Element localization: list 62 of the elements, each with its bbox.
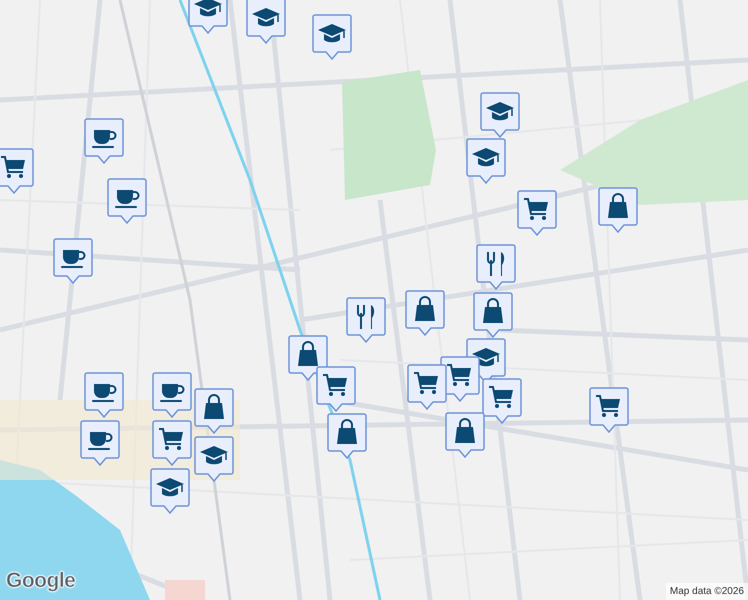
graduation-cap-icon	[194, 0, 222, 16]
graduation-cap-icon	[472, 148, 500, 166]
fork-knife-icon	[357, 304, 374, 330]
map-pin[interactable]	[482, 378, 522, 424]
map-pin[interactable]	[107, 178, 147, 224]
map-pin[interactable]	[598, 187, 638, 233]
coffee-cup-icon	[88, 432, 112, 450]
coffee-cup-icon	[115, 190, 140, 208]
map-pin[interactable]	[466, 138, 506, 184]
shopping-bag-icon	[608, 193, 628, 218]
map-pin[interactable]	[407, 364, 447, 410]
shopping-cart-icon	[596, 395, 620, 417]
map-pin[interactable]	[152, 372, 192, 418]
shopping-bag-icon	[204, 394, 224, 419]
shopping-cart-icon	[489, 386, 513, 408]
graduation-cap-icon	[472, 348, 500, 366]
map-pin[interactable]	[312, 14, 352, 60]
map-pin[interactable]	[84, 118, 124, 164]
shopping-cart-icon	[414, 372, 438, 394]
map-pin[interactable]	[246, 0, 286, 44]
map-pin[interactable]	[517, 190, 557, 236]
graduation-cap-icon	[156, 478, 184, 496]
map-pin[interactable]	[53, 238, 93, 284]
coffee-cup-icon	[92, 384, 116, 402]
shopping-cart-icon	[159, 428, 183, 450]
shopping-bag-icon	[298, 341, 318, 366]
map-pin[interactable]	[188, 0, 228, 34]
map-pin[interactable]	[316, 366, 356, 412]
map-pin[interactable]	[150, 468, 190, 514]
map-pin[interactable]	[80, 420, 120, 466]
graduation-cap-icon	[200, 446, 228, 464]
shopping-cart-icon	[1, 156, 25, 178]
coffee-cup-icon	[160, 384, 184, 402]
shopping-bag-icon	[337, 419, 357, 444]
map-pin[interactable]	[473, 292, 513, 338]
map-pin[interactable]	[346, 297, 386, 343]
map-pin[interactable]	[194, 388, 234, 434]
shopping-cart-icon	[524, 198, 548, 220]
map-pin[interactable]	[152, 420, 192, 466]
shopping-cart-icon	[447, 364, 471, 386]
map-pin[interactable]	[445, 412, 485, 458]
map-pin[interactable]	[84, 372, 124, 418]
graduation-cap-icon	[318, 24, 346, 42]
fork-knife-icon	[487, 251, 504, 277]
map-pin[interactable]	[480, 92, 520, 138]
graduation-cap-icon	[252, 8, 280, 26]
graduation-cap-icon	[486, 102, 514, 120]
coffee-cup-icon	[61, 250, 86, 268]
map-attribution[interactable]: Map data ©2026	[666, 583, 748, 600]
map-pin[interactable]	[589, 387, 629, 433]
shopping-bag-icon	[455, 418, 475, 443]
shopping-bag-icon	[483, 298, 503, 323]
map-pin[interactable]	[288, 335, 328, 381]
shopping-bag-icon	[415, 296, 435, 321]
shopping-cart-icon	[323, 374, 347, 396]
map-pin[interactable]	[0, 148, 34, 194]
map-pin[interactable]	[194, 436, 234, 482]
map-pin[interactable]	[327, 413, 367, 459]
google-logo[interactable]: Google	[6, 564, 76, 596]
map-pin[interactable]	[476, 244, 516, 290]
coffee-cup-icon	[92, 130, 116, 148]
map-pin[interactable]	[405, 290, 445, 336]
